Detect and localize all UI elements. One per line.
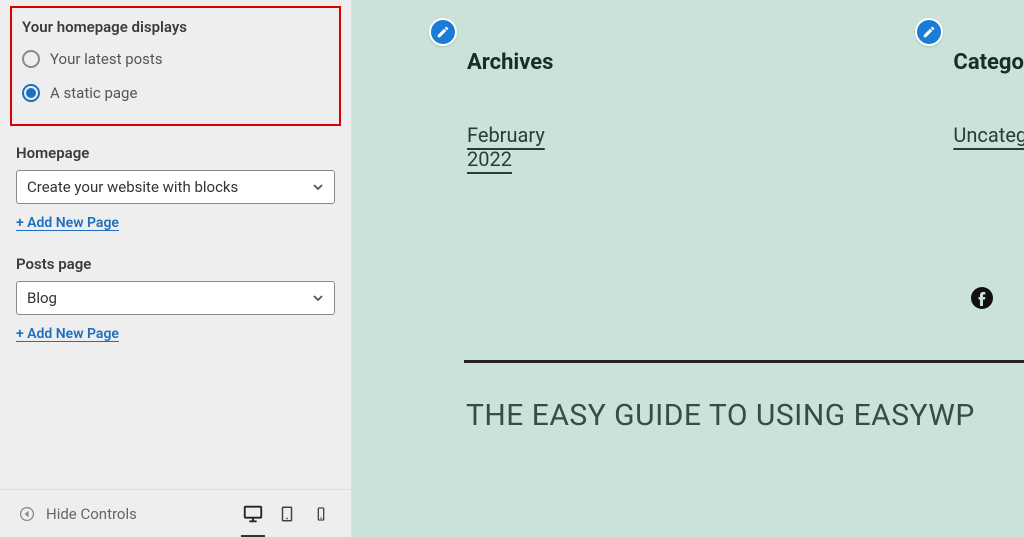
posts-page-select[interactable]: Blog (16, 281, 335, 315)
sidebar-content: Your homepage displays Your latest posts… (0, 0, 351, 489)
edit-shortcut-button[interactable] (915, 18, 943, 46)
categories-link[interactable]: Uncategorized (953, 123, 1024, 147)
radio-icon-checked (22, 84, 40, 102)
footer-widgets-row: Archives February 2022 Categories Uncate… (467, 0, 1024, 171)
add-new-page-homepage-link[interactable]: + Add New Page (16, 215, 119, 231)
collapse-icon[interactable] (18, 505, 36, 523)
customizer-sidebar: Your homepage displays Your latest posts… (0, 0, 352, 537)
homepage-displays-title: Your homepage displays (22, 18, 329, 36)
categories-widget: Categories Uncategorized (953, 0, 1024, 171)
add-new-page-posts-link[interactable]: + Add New Page (16, 326, 119, 342)
site-preview-pane: Archives February 2022 Categories Uncate… (352, 0, 1024, 537)
device-tablet-button[interactable] (275, 502, 299, 526)
radio-label-latest: Your latest posts (50, 50, 163, 68)
sidebar-footer-bar: Hide Controls (0, 489, 351, 537)
homepage-field-label: Homepage (16, 144, 335, 162)
chevron-down-icon (312, 292, 324, 304)
device-mobile-button[interactable] (309, 502, 333, 526)
site-title[interactable]: THE EASY GUIDE TO USING EASYWP (466, 398, 975, 433)
posts-page-select-value: Blog (27, 289, 57, 307)
radio-icon (22, 50, 40, 68)
edit-shortcut-button[interactable] (429, 18, 457, 46)
archives-heading: Archives (467, 50, 553, 75)
archives-link[interactable]: February 2022 (467, 123, 545, 171)
chevron-down-icon (312, 181, 324, 193)
homepage-select[interactable]: Create your website with blocks (16, 170, 335, 204)
archives-widget: Archives February 2022 (467, 0, 553, 171)
posts-page-field-label: Posts page (16, 255, 335, 273)
facebook-icon[interactable] (970, 286, 994, 310)
homepage-select-value: Create your website with blocks (27, 178, 238, 196)
divider (464, 360, 1024, 363)
radio-option-latest-posts[interactable]: Your latest posts (22, 50, 329, 68)
device-desktop-button[interactable] (241, 502, 265, 526)
homepage-displays-section: Your homepage displays Your latest posts… (10, 6, 341, 126)
radio-option-static-page[interactable]: A static page (22, 84, 329, 102)
radio-label-static: A static page (50, 84, 137, 102)
categories-heading: Categories (953, 50, 1024, 75)
hide-controls-button[interactable]: Hide Controls (46, 505, 231, 523)
